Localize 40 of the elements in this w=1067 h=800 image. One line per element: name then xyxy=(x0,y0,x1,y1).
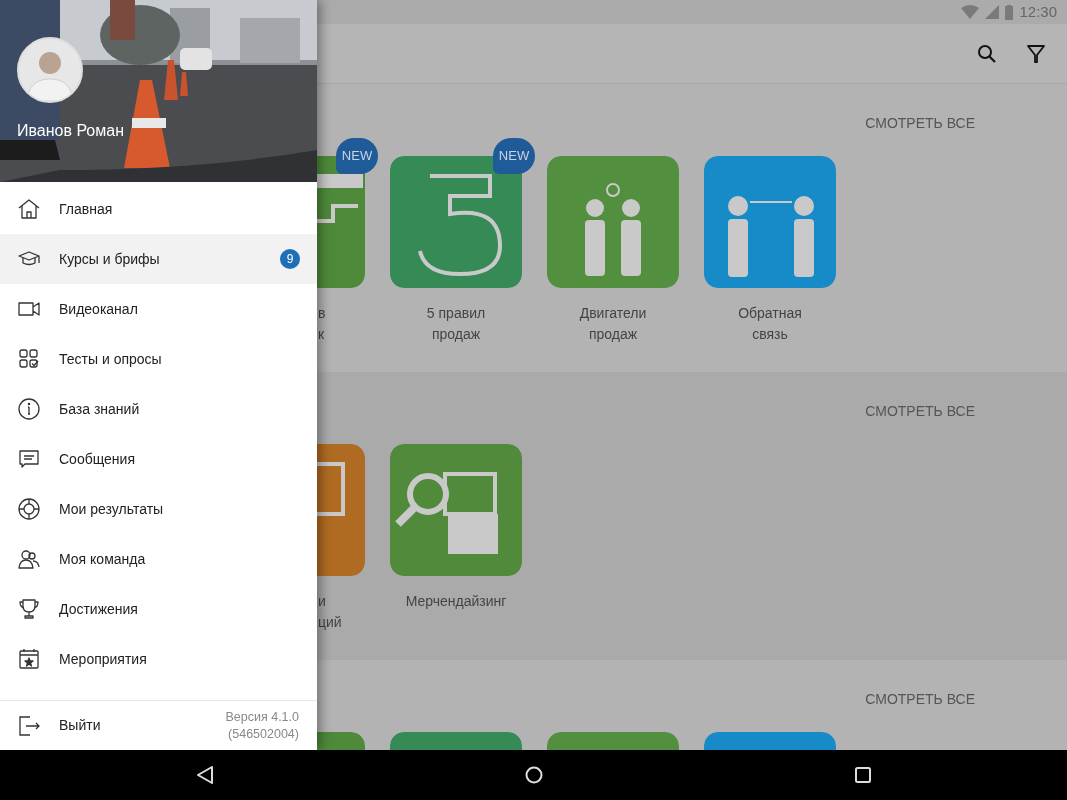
checklist-grid-icon xyxy=(17,347,41,371)
course-title: Обратная связь xyxy=(737,304,803,344)
menu-item[interactable]: Мероприятия xyxy=(0,634,317,684)
target-icon xyxy=(17,497,41,521)
new-badge: NEW xyxy=(336,138,378,174)
see-all-link[interactable]: СМОТРЕТЬ ВСЕ xyxy=(865,688,975,710)
course-title: Мерчендайзинг xyxy=(404,592,508,611)
course-title: Двигатели продаж xyxy=(578,304,648,344)
see-all-link[interactable]: СМОТРЕТЬ ВСЕ xyxy=(865,112,975,134)
home-icon xyxy=(17,197,41,221)
menu-item[interactable]: Сообщения xyxy=(0,434,317,484)
menu-item[interactable]: Курсы и брифы 9 xyxy=(0,234,317,284)
clock-time: 12:30 xyxy=(1019,1,1057,22)
people-icon xyxy=(17,547,41,571)
version-text: Версия 4.1.0 (546502004) xyxy=(225,708,299,743)
menu-item[interactable]: Видеоканал xyxy=(0,284,317,334)
menu-item[interactable]: Мои результаты xyxy=(0,484,317,534)
trophy-icon xyxy=(17,597,41,621)
menu-item[interactable]: Тесты и опросы xyxy=(0,334,317,384)
wifi-icon xyxy=(961,5,980,19)
count-badge: 9 xyxy=(280,249,300,269)
menu-item[interactable]: Главная xyxy=(0,184,317,234)
new-badge: NEW xyxy=(493,138,535,174)
course-title: 5 правил продаж xyxy=(425,304,487,344)
course-tile[interactable] xyxy=(547,156,679,288)
course-tile[interactable] xyxy=(704,156,836,288)
menu-item[interactable]: Моя команда xyxy=(0,534,317,584)
info-icon xyxy=(17,397,41,421)
user-name: Иванов Роман xyxy=(17,121,124,141)
logout-icon xyxy=(17,713,41,738)
calendar-icon xyxy=(17,647,41,671)
course-tile[interactable] xyxy=(317,444,365,576)
logout-button[interactable]: Выйти xyxy=(17,705,101,746)
menu-item[interactable]: База знаний xyxy=(0,384,317,434)
course-tile[interactable] xyxy=(390,444,522,576)
course-title: и ций xyxy=(318,592,343,632)
course-title: в к xyxy=(318,304,327,344)
menu-item[interactable]: Достижения xyxy=(0,584,317,634)
battery-icon xyxy=(1005,4,1014,20)
signal-icon xyxy=(985,5,1000,19)
